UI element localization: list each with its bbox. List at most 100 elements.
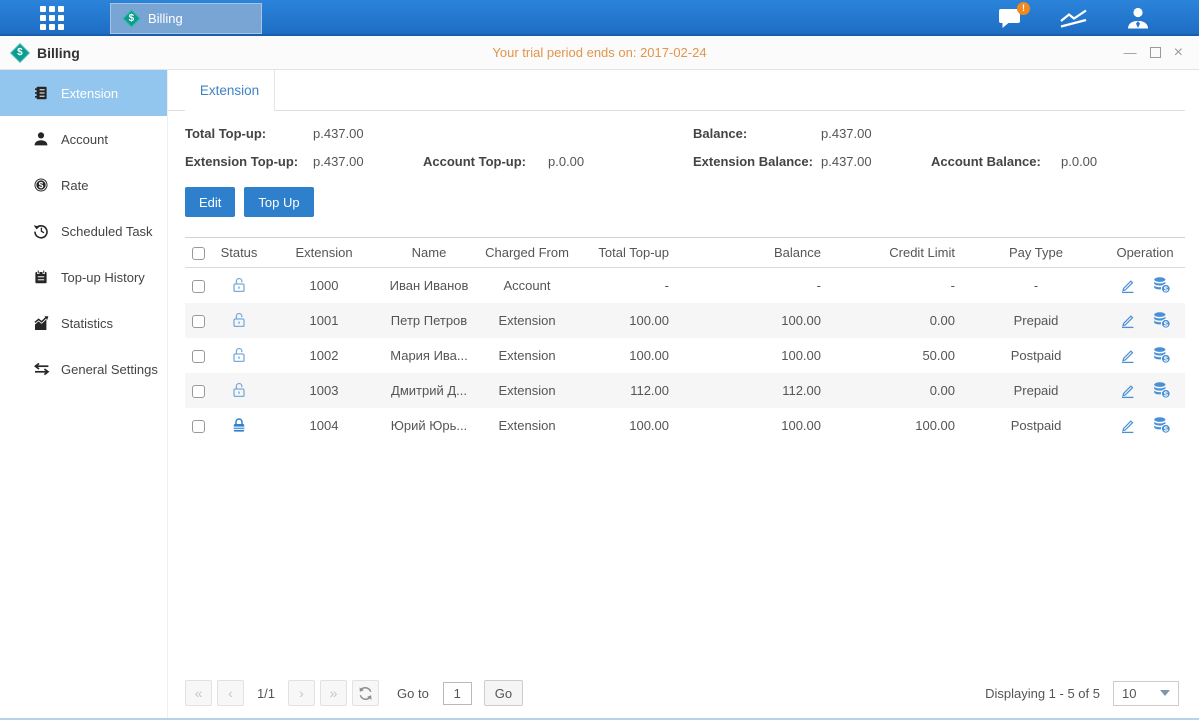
edit-row-icon[interactable]	[1119, 382, 1136, 399]
maximize-icon[interactable]	[1150, 47, 1161, 58]
cell-total-topup: -	[577, 268, 681, 303]
sliders-icon	[32, 362, 50, 376]
column-header-credit-limit: Credit Limit	[833, 238, 967, 268]
sidebar-item-general-settings[interactable]: General Settings	[0, 346, 167, 392]
sidebar-item-scheduled-task[interactable]: Scheduled Task	[0, 208, 167, 254]
row-checkbox[interactable]	[192, 420, 205, 433]
edit-button[interactable]: Edit	[185, 187, 235, 217]
cell-name: Дмитрий Д...	[381, 373, 477, 408]
column-header-balance: Balance	[681, 238, 833, 268]
cell-extension: 1002	[267, 338, 381, 373]
prev-page-button[interactable]: ‹	[217, 680, 244, 706]
stats-icon	[32, 315, 50, 331]
cell-extension: 1001	[267, 303, 381, 338]
lock-open-icon	[231, 346, 247, 364]
lock-open-icon	[231, 381, 247, 399]
journal-icon	[32, 85, 50, 101]
cell-total-topup: 100.00	[577, 338, 681, 373]
account-topup-value: p.0.00	[548, 154, 584, 169]
cell-credit-limit: 0.00	[833, 303, 967, 338]
cell-balance: 112.00	[681, 373, 833, 408]
cell-balance: 100.00	[681, 408, 833, 443]
cell-pay-type: Prepaid	[967, 373, 1105, 408]
sidebar-item-statistics[interactable]: Statistics	[0, 300, 167, 346]
account-topup-label: Account Top-up:	[423, 154, 548, 169]
extensions-table: StatusExtensionNameCharged FromTotal Top…	[185, 237, 1185, 443]
row-checkbox[interactable]	[192, 280, 205, 293]
sidebar: ExtensionAccount$Rate Scheduled Task Top-u…	[0, 70, 168, 718]
tab-extension[interactable]: Extension	[185, 70, 275, 111]
top-up-button[interactable]: Top Up	[244, 187, 313, 217]
billing-window-icon: $	[10, 43, 30, 63]
edit-row-icon[interactable]	[1119, 312, 1136, 329]
cell-balance: 100.00	[681, 303, 833, 338]
row-checkbox[interactable]	[192, 315, 205, 328]
balance-value: p.437.00	[821, 126, 872, 141]
account-balance-label: Account Balance:	[931, 154, 1061, 169]
column-header-name: Name	[381, 238, 477, 268]
cell-pay-type: Postpaid	[967, 338, 1105, 373]
sidebar-item-extension[interactable]: Extension	[0, 70, 167, 116]
topup-row-icon[interactable]: $	[1152, 276, 1171, 294]
column-header-pay-type: Pay Type	[967, 238, 1105, 268]
cell-name: Юрий Юрь...	[381, 408, 477, 443]
cell-name: Петр Петров	[381, 303, 477, 338]
cell-extension: 1004	[267, 408, 381, 443]
next-page-button[interactable]: ›	[288, 680, 315, 706]
first-page-button[interactable]: «	[185, 680, 212, 706]
cell-total-topup: 100.00	[577, 303, 681, 338]
topup-row-icon[interactable]: $	[1152, 381, 1171, 399]
sidebar-item-label: Scheduled Task	[61, 224, 153, 239]
row-checkbox[interactable]	[192, 350, 205, 363]
edit-row-icon[interactable]	[1119, 277, 1136, 294]
balance-label: Balance:	[693, 126, 821, 141]
refresh-button[interactable]	[352, 680, 379, 706]
cell-pay-type: Prepaid	[967, 303, 1105, 338]
page-size-select[interactable]: 10	[1113, 681, 1179, 706]
resource-monitor-icon[interactable]	[1059, 7, 1089, 30]
last-page-button[interactable]: »	[320, 680, 347, 706]
sidebar-item-account[interactable]: Account	[0, 116, 167, 162]
go-button[interactable]: Go	[484, 680, 523, 706]
trial-notice: Your trial period ends on: 2017-02-24	[0, 45, 1199, 60]
extension-balance-label: Extension Balance:	[693, 154, 821, 169]
sidebar-item-top-up-history[interactable]: Top-up History	[0, 254, 167, 300]
edit-row-icon[interactable]	[1119, 417, 1136, 434]
goto-page-input[interactable]	[443, 682, 472, 705]
lock-open-icon	[231, 311, 247, 329]
cell-credit-limit: 50.00	[833, 338, 967, 373]
page-size-value: 10	[1122, 686, 1136, 701]
account-balance-value: p.0.00	[1061, 154, 1097, 169]
topup-row-icon[interactable]: $	[1152, 311, 1171, 329]
topup-row-icon[interactable]: $	[1152, 346, 1171, 364]
displaying-text: Displaying 1 - 5 of 5	[985, 686, 1100, 701]
table-row: 1003Дмитрий Д...Extension112.00112.000.0…	[185, 373, 1185, 408]
column-header-status: Status	[211, 238, 267, 268]
sidebar-item-rate[interactable]: $Rate	[0, 162, 167, 208]
window-title: Billing	[37, 45, 80, 61]
taskbar-billing-app[interactable]: $ Billing	[110, 3, 262, 34]
edit-row-icon[interactable]	[1119, 347, 1136, 364]
close-icon[interactable]: ×	[1174, 45, 1183, 61]
row-checkbox[interactable]	[192, 385, 205, 398]
column-header-extension: Extension	[267, 238, 381, 268]
user-account-icon[interactable]	[1125, 6, 1151, 31]
cell-total-topup: 100.00	[577, 408, 681, 443]
person-icon	[32, 131, 50, 147]
topup-row-icon[interactable]: $	[1152, 416, 1171, 434]
table-row: 1002Мария Ива...Extension100.00100.0050.…	[185, 338, 1185, 373]
cell-extension: 1003	[267, 373, 381, 408]
cell-credit-limit: 100.00	[833, 408, 967, 443]
table-row: 1004Юрий Юрь...Extension100.00100.00100.…	[185, 408, 1185, 443]
notifications-icon[interactable]: !	[998, 7, 1023, 30]
total-topup-label: Total Top-up:	[185, 126, 313, 141]
cell-balance: -	[681, 268, 833, 303]
extension-topup-label: Extension Top-up:	[185, 154, 313, 169]
taskbar-app-label: Billing	[148, 11, 183, 26]
cell-pay-type: Postpaid	[967, 408, 1105, 443]
minimize-icon[interactable]: —	[1124, 46, 1137, 59]
cell-credit-limit: 0.00	[833, 373, 967, 408]
app-launcher-icon[interactable]	[40, 6, 64, 30]
cell-credit-limit: -	[833, 268, 967, 303]
select-all-checkbox[interactable]	[192, 247, 205, 260]
